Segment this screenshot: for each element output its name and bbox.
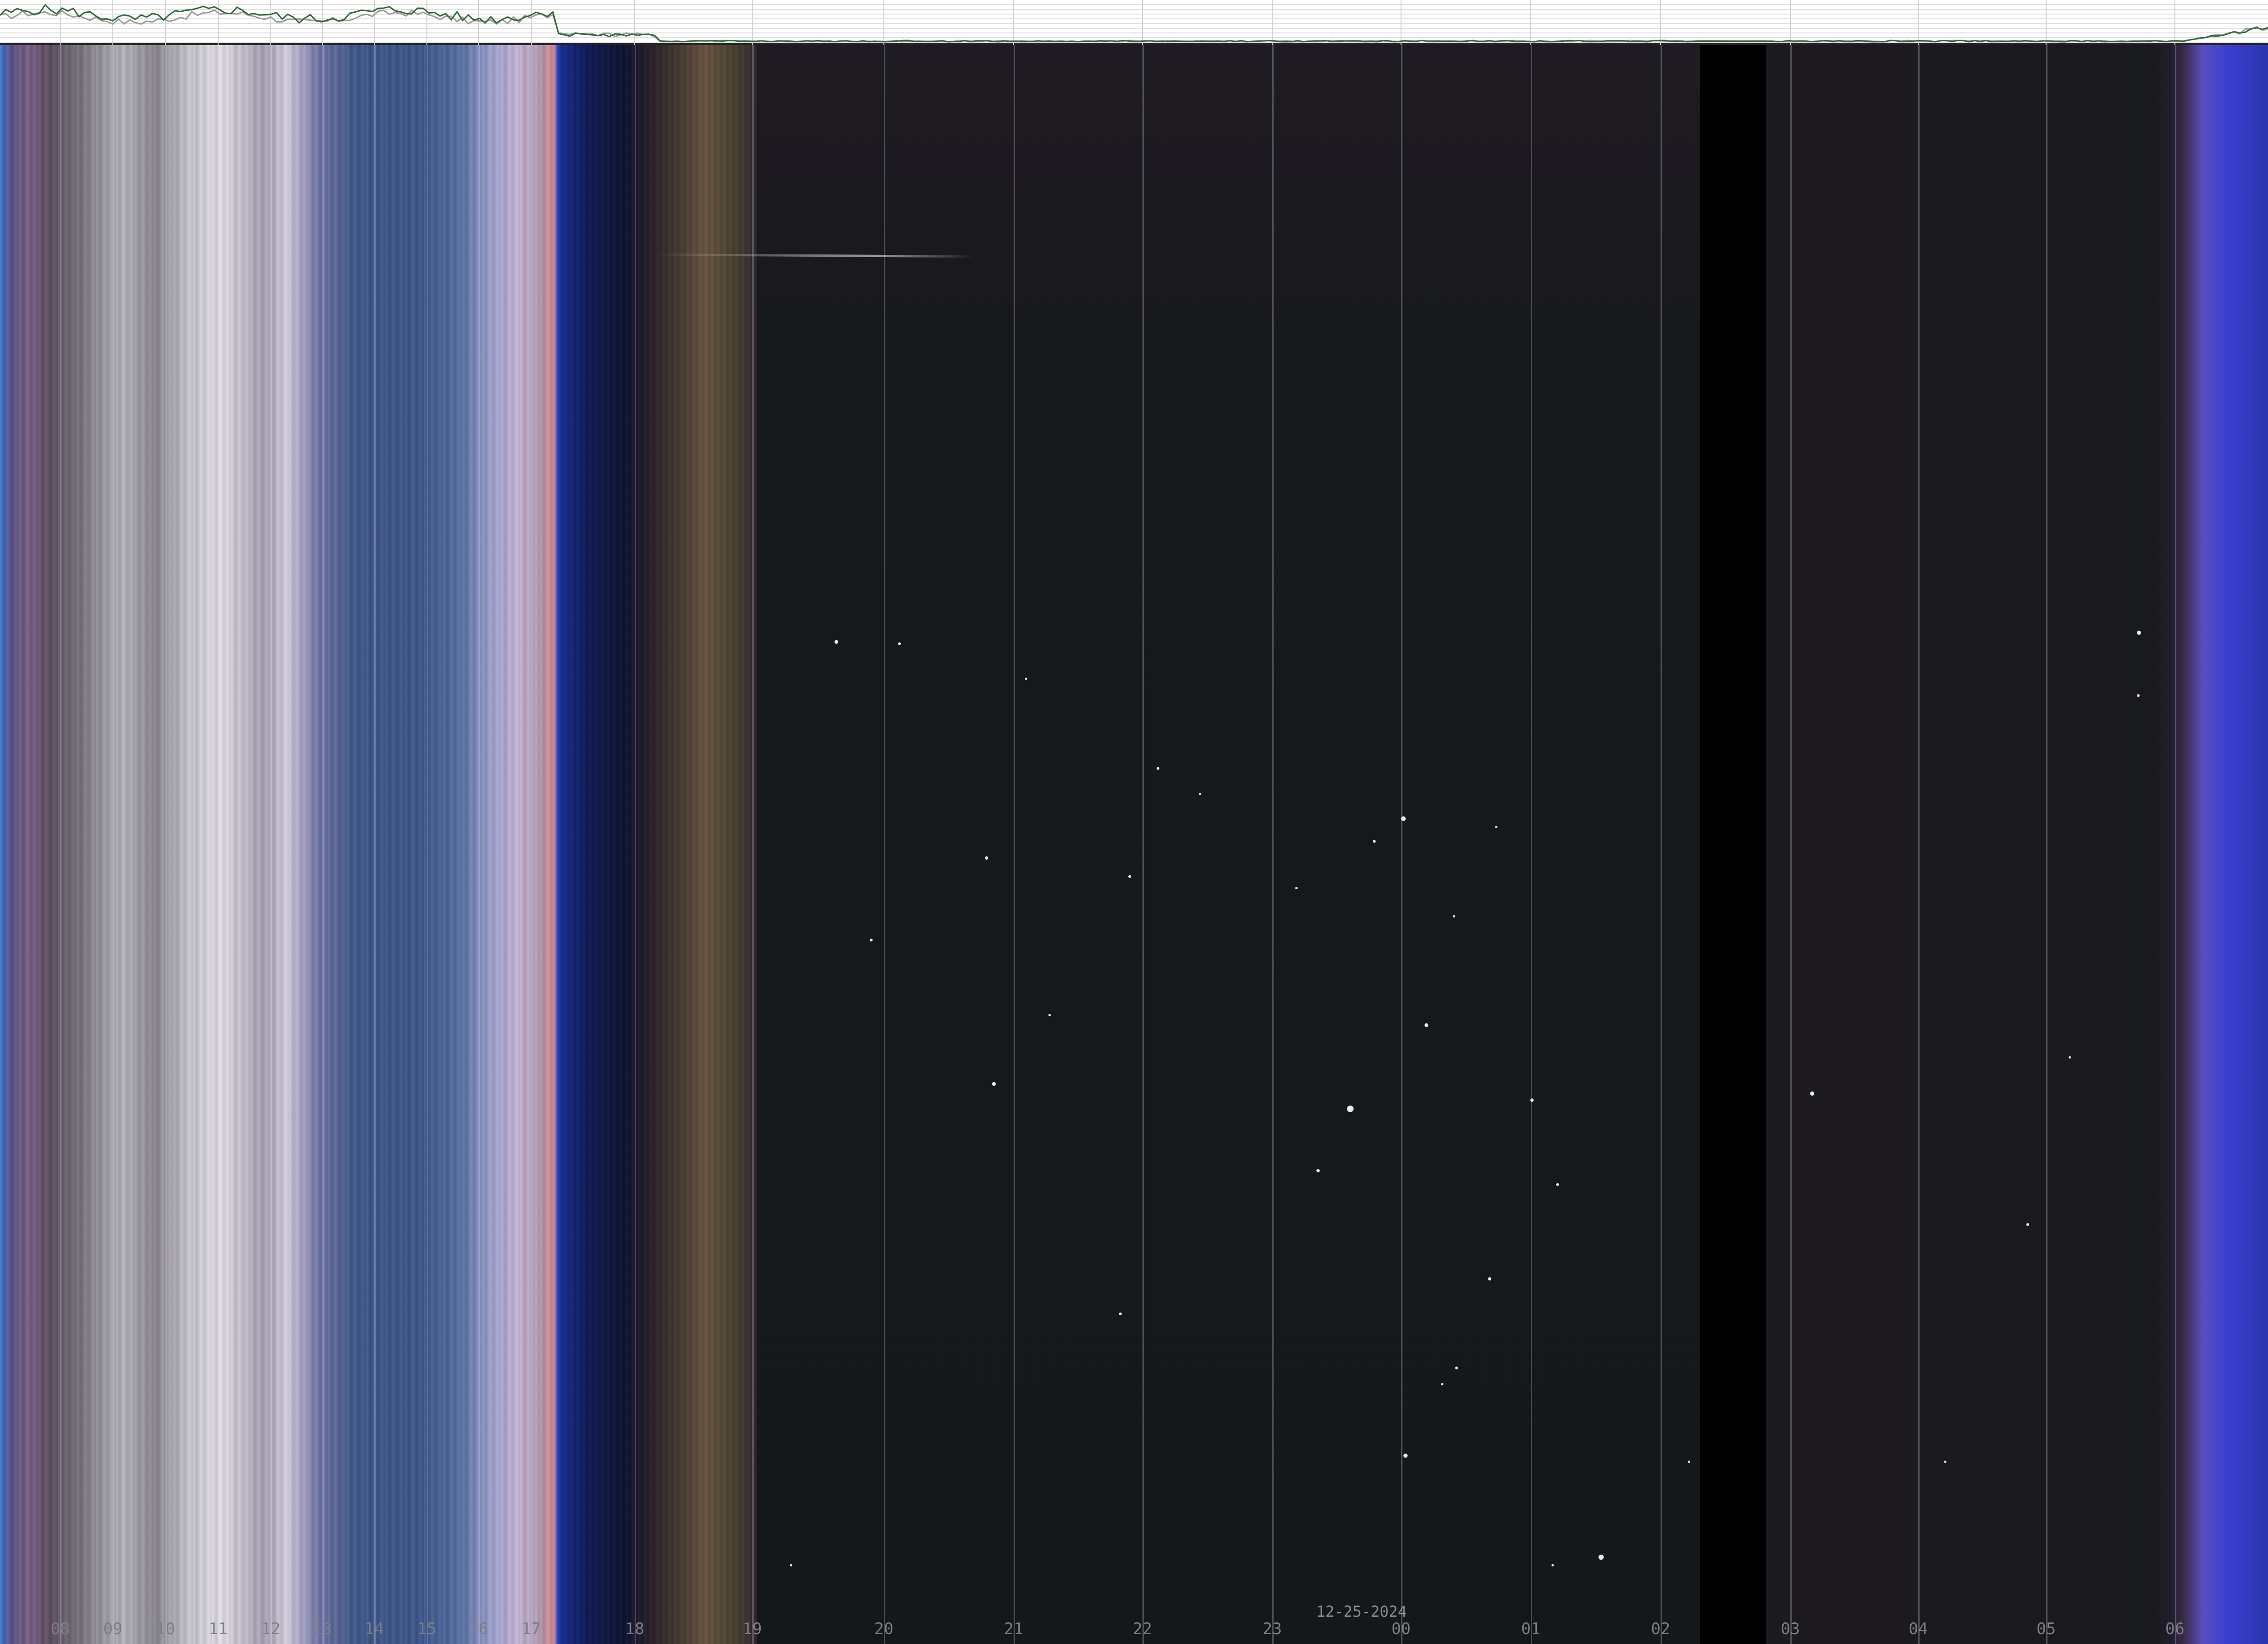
star-dot bbox=[1551, 1564, 1554, 1566]
hour-gridline bbox=[479, 45, 480, 1644]
hour-gridline bbox=[1014, 45, 1015, 1644]
hour-gridline bbox=[218, 45, 220, 1644]
morning-band bbox=[1766, 45, 2268, 1644]
hour-gridline bbox=[1272, 45, 1274, 1644]
hour-gridline bbox=[531, 45, 533, 1644]
missing-data-gap bbox=[1700, 45, 1766, 1644]
star-dot bbox=[1944, 1461, 1946, 1463]
hour-gridline bbox=[884, 45, 885, 1644]
star-dot bbox=[2026, 1223, 2029, 1226]
star-dot bbox=[1599, 1555, 1604, 1560]
strip-chart-plot bbox=[0, 0, 2268, 45]
star-dot bbox=[1295, 887, 1298, 889]
strip-trace bbox=[0, 9, 2268, 43]
hour-gridline bbox=[113, 45, 114, 1644]
star-dot bbox=[1488, 1277, 1491, 1280]
hour-gridline bbox=[323, 45, 324, 1644]
star-dot bbox=[1128, 875, 1131, 878]
hour-gridline bbox=[1531, 45, 1532, 1644]
star-dot bbox=[1048, 1014, 1051, 1016]
star-dot bbox=[1453, 915, 1455, 917]
star-dot bbox=[1441, 1383, 1443, 1385]
star-dot bbox=[2137, 631, 2141, 635]
star-dot bbox=[1495, 826, 1497, 828]
star-dot bbox=[2137, 694, 2140, 697]
star-dot bbox=[2069, 1056, 2071, 1059]
star-dot bbox=[1025, 678, 1027, 680]
star-dot bbox=[1347, 1106, 1354, 1112]
hour-gridline bbox=[752, 45, 754, 1644]
hour-gridline bbox=[374, 45, 376, 1644]
star-dot bbox=[985, 856, 988, 860]
star-dot bbox=[870, 939, 873, 941]
star-dot bbox=[1688, 1461, 1690, 1463]
star-dot bbox=[1425, 1023, 1428, 1027]
dusk-band bbox=[559, 45, 757, 1644]
star-dot bbox=[1455, 1367, 1458, 1369]
star-dot bbox=[1157, 767, 1159, 770]
daytime-band bbox=[0, 45, 559, 1644]
night-band bbox=[757, 45, 1700, 1644]
star-dot bbox=[1199, 793, 1201, 795]
star-dot bbox=[1119, 1312, 1122, 1315]
hour-gridline bbox=[2175, 45, 2176, 1644]
strip-chart bbox=[0, 0, 2268, 45]
hour-gridline bbox=[635, 45, 636, 1644]
hour-gridline bbox=[1790, 45, 1792, 1644]
hour-gridline bbox=[427, 45, 428, 1644]
hour-gridline bbox=[1918, 45, 1920, 1644]
star-dot bbox=[1316, 1169, 1320, 1172]
hour-gridline bbox=[1661, 45, 1662, 1644]
hour-gridline bbox=[271, 45, 272, 1644]
date-label: 12-25-2024 bbox=[1316, 1603, 1407, 1620]
star-dot bbox=[1810, 1091, 1814, 1096]
hour-gridline bbox=[1142, 45, 1144, 1644]
star-dot bbox=[790, 1564, 792, 1566]
hour-gridline bbox=[165, 45, 167, 1644]
hour-gridline bbox=[60, 45, 62, 1644]
star-dot bbox=[992, 1082, 996, 1086]
hour-gridline bbox=[1401, 45, 1402, 1644]
star-dot bbox=[835, 640, 838, 644]
hour-gridline bbox=[2046, 45, 2048, 1644]
star-dot bbox=[898, 642, 901, 645]
star-dot bbox=[1556, 1183, 1559, 1186]
star-dot bbox=[1403, 1454, 1408, 1458]
star-dot bbox=[1373, 840, 1376, 843]
keogram-image: 08 09 10 11 12 13 14 15 16 17 18 19 20 21 22 23 00 01 02 03… bbox=[0, 45, 2268, 1644]
